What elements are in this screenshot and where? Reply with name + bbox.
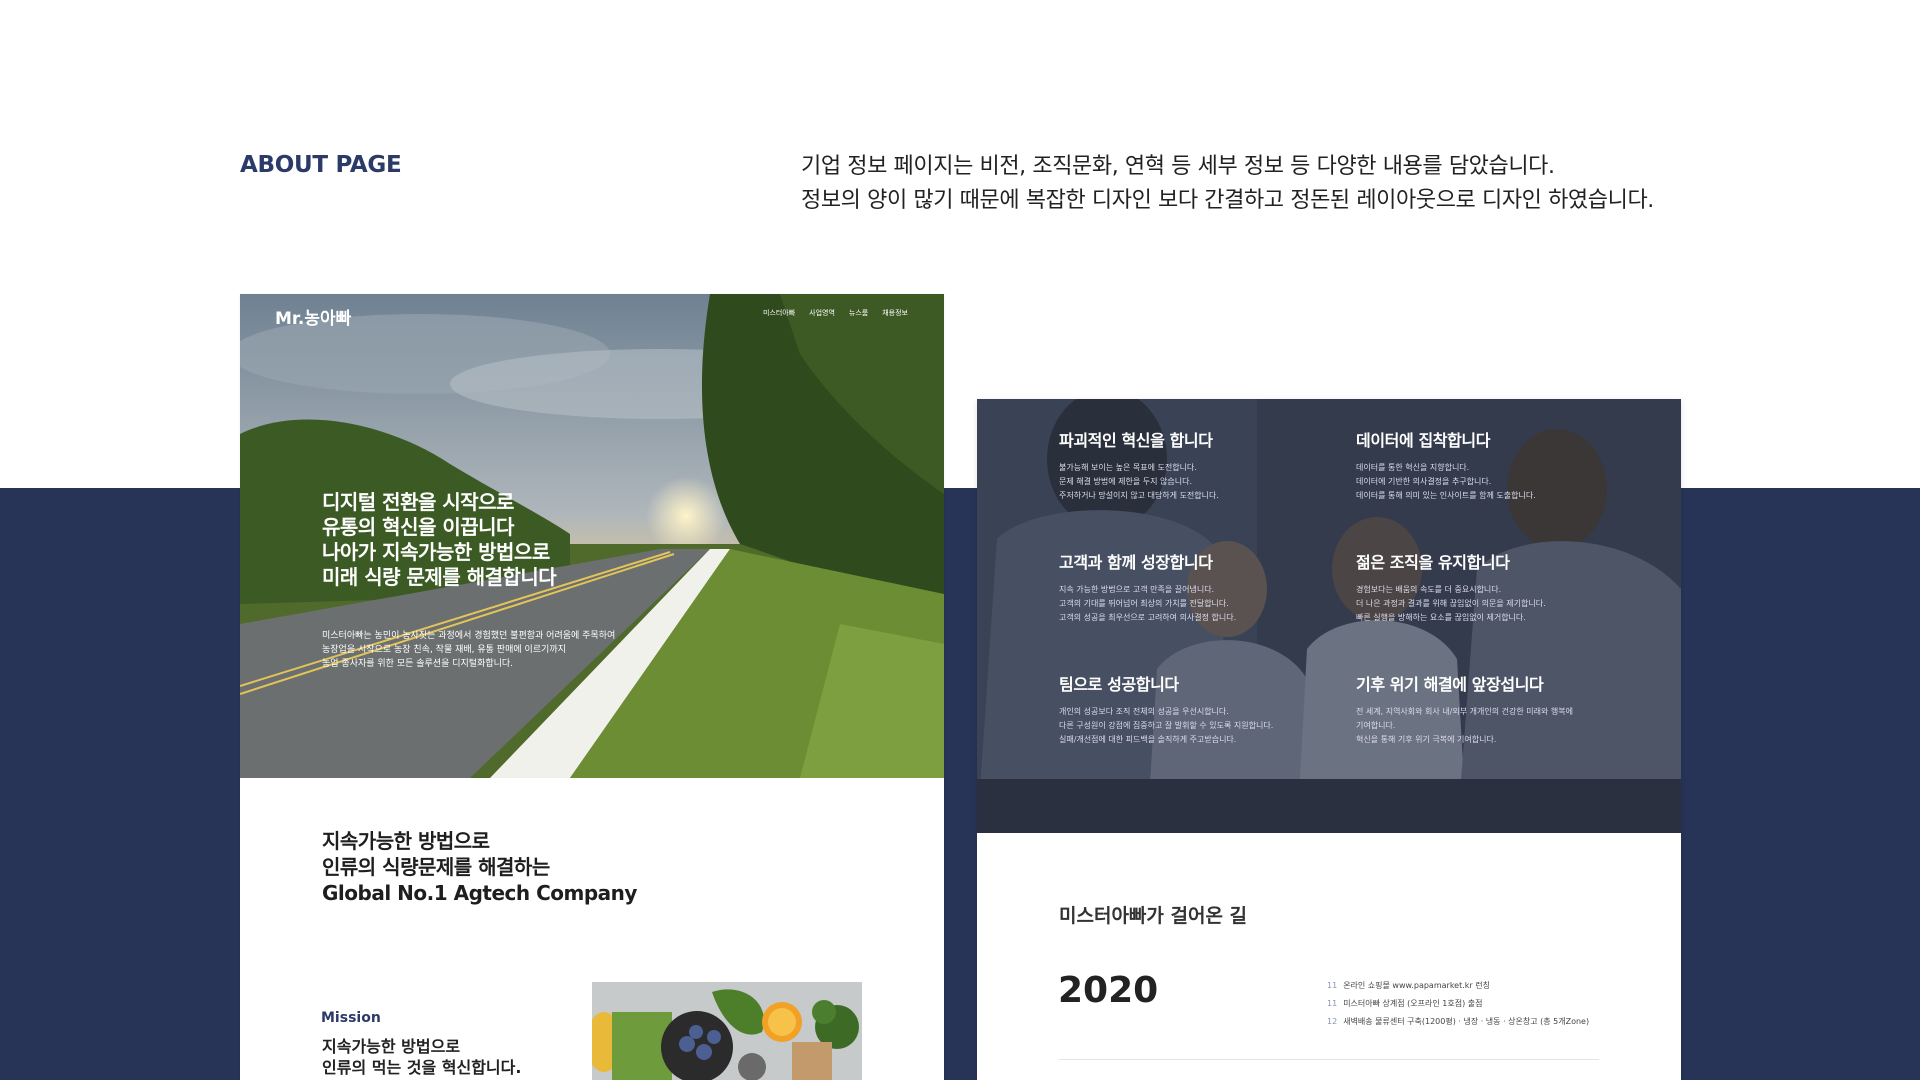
value-title: 데이터에 집착합니다 <box>1356 431 1491 450</box>
value-card: 데이터에 집착합니다 데이터를 통한 혁신을 지향합니다. 데이터에 기반한 의… <box>1356 427 1536 503</box>
value-card: 고객과 함께 성장합니다 지속 가능한 방법으로 고객 만족을 끌어냅니다. 고… <box>1059 549 1236 625</box>
value-line: 데이터를 통한 혁신을 지향합니다. <box>1356 463 1470 472</box>
event-text: 새벽배송 물류센터 구축(1200평) · 냉장 · 냉동 · 상온창고 (총 … <box>1343 1017 1590 1026</box>
site-logo[interactable]: Mr.농아빠 <box>275 304 351 329</box>
nav-item[interactable]: 뉴스룸 <box>849 308 868 318</box>
value-line: 불가능해 보이는 높은 목표에 도전합니다. <box>1059 463 1197 472</box>
mission-line: 인류의 먹는 것을 혁신합니다. <box>322 1058 522 1077</box>
nav-item[interactable]: 미스터아빠 <box>763 308 795 318</box>
value-title: 고객과 함께 성장합니다 <box>1059 553 1213 572</box>
about-page-mockup-left: Mr.농아빠 미스터아빠 사업영역 뉴스룸 채용정보 디지털 전환을 시작으로 … <box>240 294 944 1080</box>
description-line: 기업 정보 페이지는 비전, 조직문화, 연혁 등 세부 정보 등 다양한 내용… <box>801 154 1555 179</box>
top-navigation: 미스터아빠 사업영역 뉴스룸 채용정보 <box>763 308 908 318</box>
value-line: 더 나은 과정과 결과를 위해 끊임없이 의문을 제기합니다. <box>1356 599 1546 608</box>
value-line: 실패/개선점에 대한 피드백을 솔직하게 주고받습니다. <box>1059 735 1237 744</box>
value-card: 팀으로 성공합니다 개인의 성공보다 조직 전체의 성공을 우선시합니다. 다른… <box>1059 671 1273 747</box>
value-line: 고객의 기대를 뛰어넘어 최상의 가치를 전달합니다. <box>1059 599 1229 608</box>
hero-headline: 디지털 전환을 시작으로 유통의 혁신을 이끕니다 나아가 지속가능한 방법으로… <box>322 490 557 590</box>
value-line: 데이터를 통해 의미 있는 인사이트를 함께 도출합니다. <box>1356 491 1536 500</box>
value-title: 젊은 조직을 유지합니다 <box>1356 553 1510 572</box>
headline-line: 유통의 혁신을 이끕니다 <box>322 515 514 539</box>
value-line: 다른 구성원이 강점에 집중하고 잘 발휘할 수 있도록 지원합니다. <box>1059 721 1274 730</box>
value-description: 데이터를 통한 혁신을 지향합니다. 데이터에 기반한 의사결정을 추구합니다.… <box>1356 461 1536 503</box>
core-values-section: 파괴적인 혁신을 합니다 불가능해 보이는 높은 목표에 도전합니다. 문제 해… <box>977 399 1681 833</box>
hero-section: Mr.농아빠 미스터아빠 사업영역 뉴스룸 채용정보 디지털 전환을 시작으로 … <box>240 294 944 778</box>
history-year: 2020 <box>1058 970 1159 1011</box>
nav-item[interactable]: 채용정보 <box>882 308 908 318</box>
value-description: 개인의 성공보다 조직 전체의 성공을 우선시합니다. 다른 구성원이 강점에 … <box>1059 705 1273 747</box>
history-divider <box>1059 1059 1599 1060</box>
history-event: 11 미스터아빠 상계점 (오프라인 1호점) 출점 <box>1327 995 1589 1013</box>
history-title: 미스터아빠가 걸어온 길 <box>1059 905 1248 927</box>
headline-line: 디지털 전환을 시작으로 <box>322 490 514 514</box>
event-text: 미스터아빠 상계점 (오프라인 1호점) 출점 <box>1343 999 1483 1008</box>
value-line: 주저하거나 망설이지 않고 대담하게 도전합니다. <box>1059 491 1219 500</box>
company-title: 지속가능한 방법으로 인류의 식량문제를 해결하는 Global No.1 Ag… <box>322 828 637 906</box>
company-title-line: 지속가능한 방법으로 <box>322 829 490 853</box>
value-card: 젊은 조직을 유지합니다 경험보다는 배움의 속도를 더 중요시합니다. 더 나… <box>1356 549 1546 625</box>
history-events: 11 온라인 쇼핑몰 www.papamarket.kr 런칭 11 미스터아빠 상… <box>1327 977 1589 1031</box>
mission-label: Mission <box>321 1010 381 1026</box>
history-event: 11 온라인 쇼핑몰 www.papamarket.kr 런칭 <box>1327 977 1589 995</box>
value-line: 개인의 성공보다 조직 전체의 성공을 우선시합니다. <box>1059 707 1229 716</box>
event-month: 12 <box>1327 1017 1338 1026</box>
mission-text: 지속가능한 방법으로 인류의 먹는 것을 혁신합니다. <box>322 1036 521 1078</box>
value-card: 기후 위기 해결에 앞장섭니다 전 세계, 지역사회와 회사 내/외부 개개인의… <box>1356 671 1573 747</box>
value-line: 기여합니다. <box>1356 721 1396 730</box>
nav-item[interactable]: 사업영역 <box>809 308 835 318</box>
value-description: 경험보다는 배움의 속도를 더 중요시합니다. 더 나은 과정과 결과를 위해 … <box>1356 583 1546 625</box>
hero-subtext: 미스터아빠는 농민이 농사짓는 과정에서 경험했던 불편함과 어려움에 주목하여… <box>322 629 615 671</box>
section-title: ABOUT PAGE <box>240 152 402 178</box>
value-line: 문제 해결 방법에 제한을 두지 않습니다. <box>1059 477 1193 486</box>
value-card: 파괴적인 혁신을 합니다 불가능해 보이는 높은 목표에 도전합니다. 문제 해… <box>1059 427 1219 503</box>
subtext-line: 미스터아빠는 농민이 농사짓는 과정에서 경험했던 불편함과 어려움에 주목하여 <box>322 631 616 641</box>
headline-line: 미래 식량 문제를 해결합니다 <box>322 565 557 589</box>
description-line: 정보의 양이 많기 때문에 복잡한 디자인 보다 간결하고 정돈된 레이아웃으로… <box>801 188 1654 213</box>
event-month: 11 <box>1327 999 1338 1008</box>
value-title: 파괴적인 혁신을 합니다 <box>1059 431 1213 450</box>
event-month: 11 <box>1327 981 1338 990</box>
value-line: 빠른 실행을 방해하는 요소를 끊임없이 제거합니다. <box>1356 613 1526 622</box>
vegetables-illustration <box>592 982 862 1080</box>
value-line: 전 세계, 지역사회와 회사 내/외부 개개인의 건강한 미래와 행복에 <box>1356 707 1573 716</box>
value-description: 전 세계, 지역사회와 회사 내/외부 개개인의 건강한 미래와 행복에 기여합… <box>1356 705 1573 747</box>
company-title-line: Global No.1 Agtech Company <box>322 881 637 905</box>
history-event: 12 새벽배송 물류센터 구축(1200평) · 냉장 · 냉동 · 상온창고 (… <box>1327 1013 1589 1031</box>
vegetables-photo <box>592 982 862 1080</box>
value-title: 기후 위기 해결에 앞장섭니다 <box>1356 675 1544 694</box>
value-description: 불가능해 보이는 높은 목표에 도전합니다. 문제 해결 방법에 제한을 두지 … <box>1059 461 1219 503</box>
value-line: 고객의 성공을 최우선으로 고려하여 의사결정 합니다. <box>1059 613 1237 622</box>
value-line: 경험보다는 배움의 속도를 더 중요시합니다. <box>1356 585 1502 594</box>
value-description: 지속 가능한 방법으로 고객 만족을 끌어냅니다. 고객의 기대를 뛰어넘어 최… <box>1059 583 1236 625</box>
value-line: 혁신을 통해 기후 위기 극복에 기여합니다. <box>1356 735 1497 744</box>
section-description: 기업 정보 페이지는 비전, 조직문화, 연혁 등 세부 정보 등 다양한 내용… <box>801 150 1654 218</box>
value-line: 데이터에 기반한 의사결정을 추구합니다. <box>1356 477 1492 486</box>
mission-line: 지속가능한 방법으로 <box>322 1037 461 1056</box>
about-page-mockup-right: 파괴적인 혁신을 합니다 불가능해 보이는 높은 목표에 도전합니다. 문제 해… <box>977 399 1681 1080</box>
event-text: 온라인 쇼핑몰 www.papamarket.kr 런칭 <box>1343 981 1490 990</box>
value-title: 팀으로 성공합니다 <box>1059 675 1179 694</box>
headline-line: 나아가 지속가능한 방법으로 <box>322 540 550 564</box>
company-title-line: 인류의 식량문제를 해결하는 <box>322 855 550 879</box>
value-line: 지속 가능한 방법으로 고객 만족을 끌어냅니다. <box>1059 585 1215 594</box>
subtext-line: 농장업을 시작으로 농장 친속, 작물 재배, 유통 판매에 이르기까지 <box>322 645 566 655</box>
subtext-line: 농업 종사자를 위한 모든 솔루션을 디지털화합니다. <box>322 659 514 669</box>
